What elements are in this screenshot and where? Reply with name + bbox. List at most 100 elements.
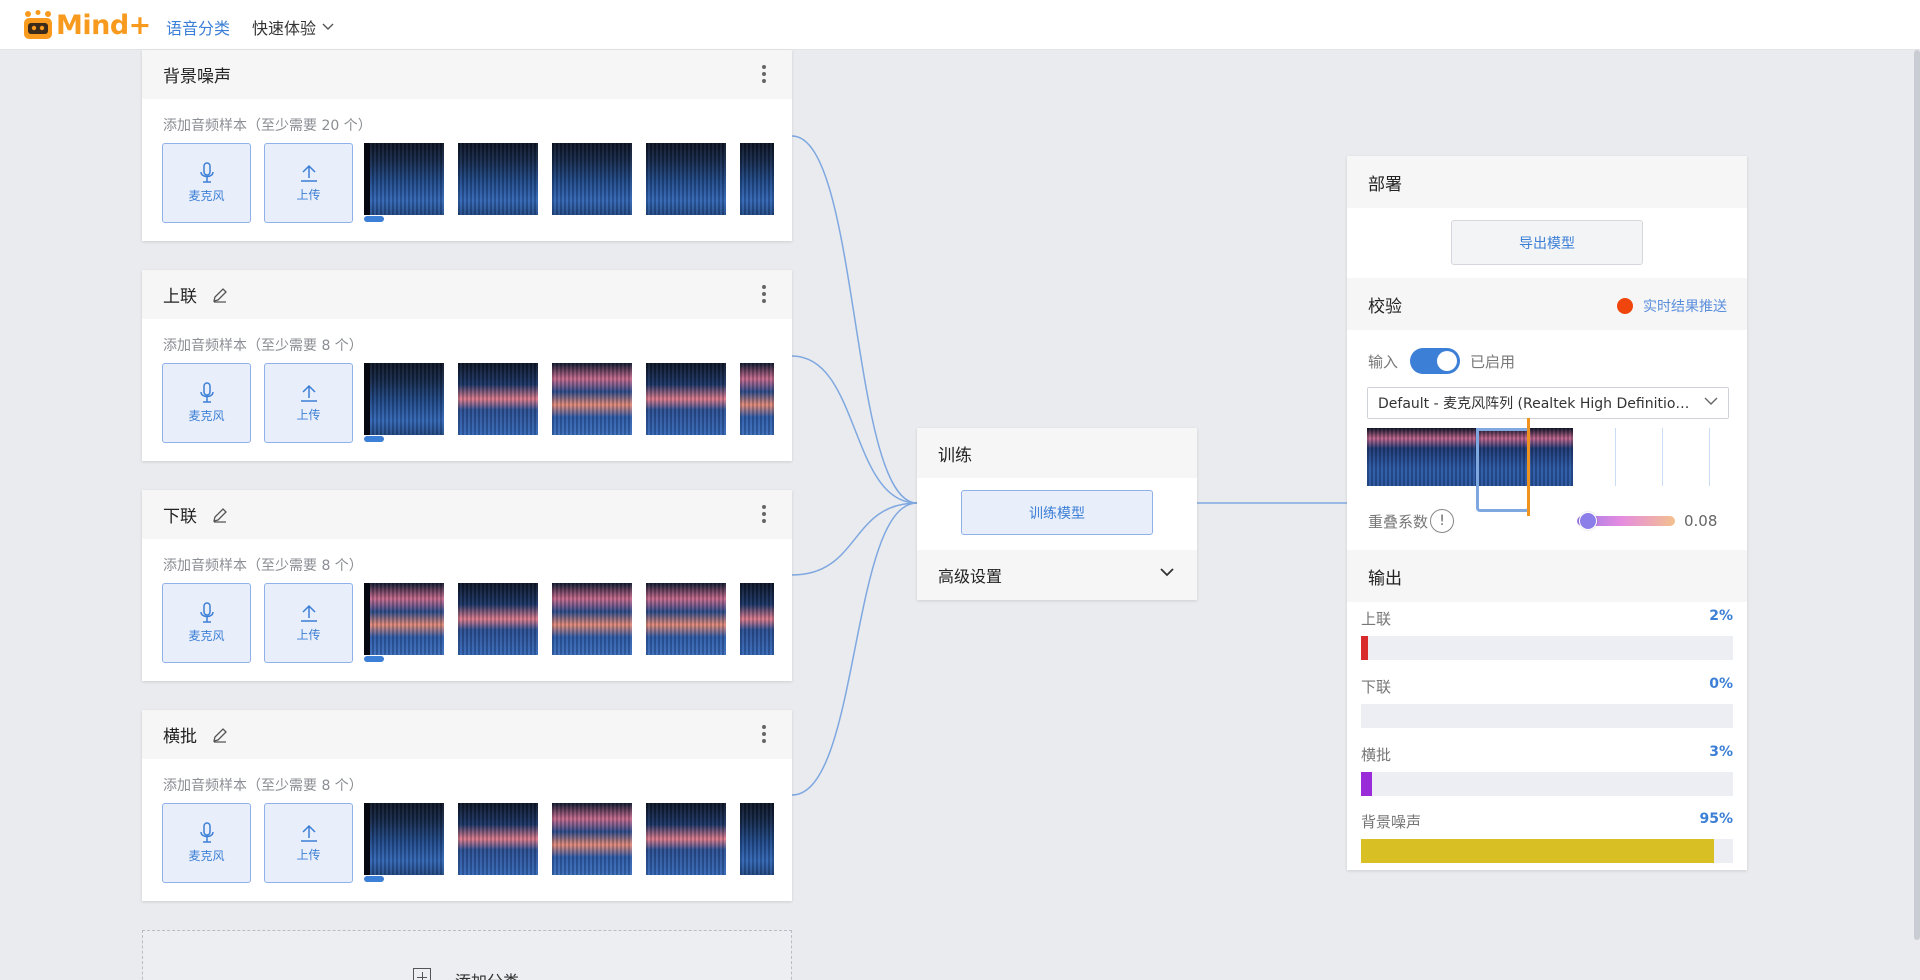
device-value: Default - 麦克风阵列 (Realtek High Definitio… — [1378, 396, 1690, 412]
class-card-upper-couplet: 上联 添加音频样本（至少需要 8 个） 麦克风 上传 — [142, 270, 792, 461]
more-options-icon[interactable] — [762, 65, 766, 83]
sample-spectrogram[interactable] — [740, 803, 774, 875]
card-header: 下联 — [142, 490, 792, 539]
advanced-settings-toggle[interactable]: 高级设置 — [917, 550, 1197, 600]
nav-voice-classification[interactable]: 语音分类 — [166, 15, 230, 39]
input-state: 已启用 — [1470, 352, 1516, 371]
more-options-icon[interactable] — [762, 285, 766, 303]
output-class-name: 上联 — [1361, 610, 1392, 628]
output-bar-track — [1361, 772, 1733, 796]
more-options-icon[interactable] — [762, 725, 766, 743]
sample-hint: 添加音频样本（至少需要 20 个） — [163, 118, 372, 134]
edit-pencil-icon[interactable] — [211, 506, 229, 524]
microphone-label: 麦克风 — [188, 629, 225, 643]
microphone-icon — [199, 162, 214, 183]
microphone-label: 麦克风 — [188, 849, 225, 863]
upload-icon — [300, 604, 317, 622]
plus-icon — [413, 968, 431, 980]
overlap-slider-thumb[interactable] — [1579, 512, 1597, 530]
nav-quick-experience[interactable]: 快速体验 — [252, 15, 334, 39]
class-card-horizontal-scroll: 横批 添加音频样本（至少需要 8 个） 麦克风 上传 — [142, 710, 792, 901]
upload-button[interactable]: 上传 — [264, 803, 353, 883]
sample-spectrogram[interactable] — [646, 803, 726, 875]
sample-spectrogram[interactable] — [740, 143, 774, 215]
microphone-label: 麦克风 — [188, 409, 225, 423]
card-header: 背景噪声 — [142, 50, 792, 99]
microphone-button[interactable]: 麦克风 — [162, 143, 251, 223]
edit-pencil-icon[interactable] — [211, 726, 229, 744]
top-bar: Mind+ 语音分类 快速体验 — [0, 0, 1920, 50]
info-icon[interactable]: ! — [1430, 509, 1455, 533]
sample-spectrogram[interactable] — [552, 583, 632, 655]
input-row: 输入 已启用 — [1368, 348, 1515, 374]
sample-spectrogram[interactable] — [364, 583, 444, 655]
sample-spectrogram[interactable] — [646, 583, 726, 655]
logo[interactable]: Mind+ — [22, 8, 151, 42]
advanced-settings-label: 高级设置 — [938, 567, 1003, 586]
microphone-button[interactable]: 麦克风 — [162, 803, 251, 883]
sample-spectrogram[interactable] — [646, 363, 726, 435]
sample-scroll-indicator[interactable] — [364, 656, 384, 662]
class-name: 横批 — [163, 727, 197, 747]
grid-line — [1615, 428, 1616, 486]
edit-pencil-icon[interactable] — [211, 286, 229, 304]
sample-row: 麦克风 上传 — [162, 143, 774, 223]
sample-scroll-indicator[interactable] — [364, 216, 384, 222]
upload-icon — [300, 384, 317, 402]
sample-spectrogram[interactable] — [364, 803, 444, 875]
add-class-button[interactable]: 添加分类 — [142, 930, 792, 980]
sample-spectrogram[interactable] — [740, 363, 774, 435]
upload-button[interactable]: 上传 — [264, 363, 353, 443]
output-class-name: 背景噪声 — [1361, 813, 1422, 831]
microphone-icon — [199, 382, 214, 403]
sample-scroll-indicator[interactable] — [364, 436, 384, 442]
sample-spectrogram[interactable] — [646, 143, 726, 215]
sample-spectrogram[interactable] — [458, 583, 538, 655]
deploy-panel: 部署 导出模型 校验 实时结果推送 输入 已启用 Default - 麦克风阵列… — [1347, 156, 1747, 870]
overlap-value: 0.08 — [1684, 512, 1718, 530]
train-model-button[interactable]: 训练模型 — [961, 490, 1153, 535]
add-class-label: 添加分类 — [455, 968, 519, 980]
more-options-icon[interactable] — [762, 505, 766, 523]
microphone-button[interactable]: 麦克风 — [162, 363, 251, 443]
sample-scroll-indicator[interactable] — [364, 876, 384, 882]
sample-hint: 添加音频样本（至少需要 8 个） — [163, 778, 363, 794]
export-model-button[interactable]: 导出模型 — [1451, 220, 1643, 265]
output-percent: 0% — [1709, 676, 1733, 692]
live-result-push[interactable]: 实时结果推送 — [1617, 296, 1727, 316]
sample-spectrogram[interactable] — [458, 803, 538, 875]
device-select[interactable]: Default - 麦克风阵列 (Realtek High Definitio… — [1367, 387, 1729, 419]
class-name: 背景噪声 — [163, 67, 231, 87]
input-toggle[interactable] — [1410, 348, 1461, 374]
sample-hint: 添加音频样本（至少需要 8 个） — [163, 338, 363, 354]
sample-spectrogram[interactable] — [364, 363, 444, 435]
microphone-label: 麦克风 — [188, 189, 225, 203]
sample-spectrogram[interactable] — [458, 143, 538, 215]
sample-spectrogram[interactable] — [364, 143, 444, 215]
training-panel: 训练 训练模型 高级设置 — [917, 428, 1197, 600]
sample-spectrogram[interactable] — [740, 583, 774, 655]
upload-icon — [300, 164, 317, 182]
sample-spectrogram[interactable] — [552, 363, 632, 435]
live-push-label: 实时结果推送 — [1643, 299, 1727, 315]
overlap-row: 重叠系数 ! — [1368, 509, 1455, 533]
output-bar-track — [1361, 839, 1733, 863]
upload-label: 上传 — [296, 188, 321, 202]
upload-button[interactable]: 上传 — [264, 143, 353, 223]
analysis-window-frame — [1476, 428, 1530, 512]
output-percent: 95% — [1699, 811, 1733, 827]
robot-logo-icon — [24, 10, 52, 39]
overlap-label: 重叠系数 — [1368, 512, 1429, 531]
output-bar-fill — [1361, 636, 1369, 660]
microphone-button[interactable]: 麦克风 — [162, 583, 251, 663]
output-class-name: 下联 — [1361, 678, 1392, 696]
upload-button[interactable]: 上传 — [264, 583, 353, 663]
sample-hint: 添加音频样本（至少需要 8 个） — [163, 558, 363, 574]
page-scrollbar[interactable] — [1914, 50, 1920, 940]
sample-spectrogram[interactable] — [552, 143, 632, 215]
class-name: 下联 — [163, 507, 197, 527]
sample-spectrogram[interactable] — [552, 803, 632, 875]
sample-spectrogram[interactable] — [458, 363, 538, 435]
sample-row: 麦克风 上传 — [162, 583, 774, 663]
class-card-lower-couplet: 下联 添加音频样本（至少需要 8 个） 麦克风 上传 — [142, 490, 792, 681]
